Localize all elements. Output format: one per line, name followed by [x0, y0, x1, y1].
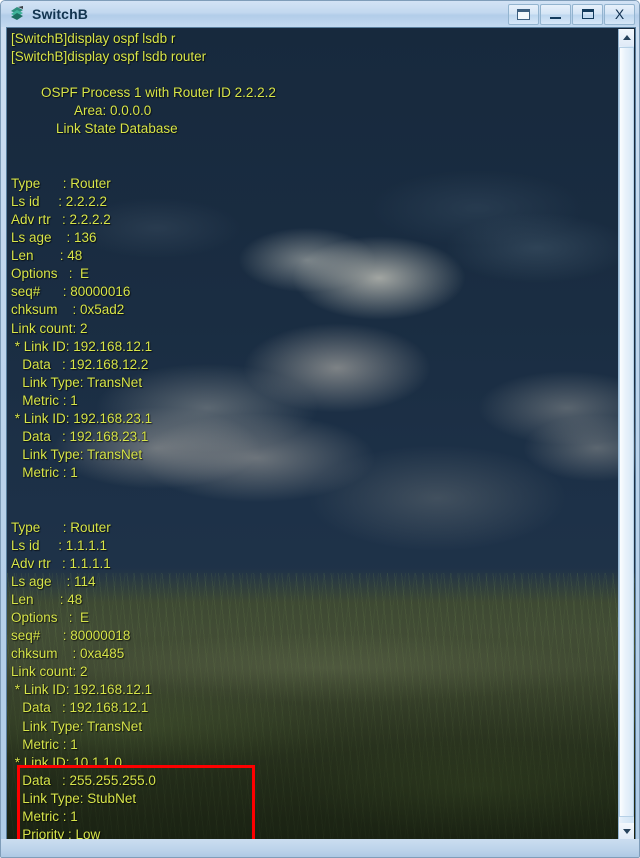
console-prompt-line: [SwitchB]display ospf lsdb router	[11, 49, 207, 65]
lsa-field-line: Options : E	[11, 610, 90, 625]
lsa-field-line: Ls age : 114	[11, 573, 96, 589]
minimize-button[interactable]	[540, 3, 571, 25]
lsa-field-line: chksum : 0xa485	[11, 646, 125, 662]
maximize-icon	[581, 9, 594, 19]
lsa-field-line: chksum : 0x5ad2	[11, 302, 125, 318]
window-titlebar[interactable]: SwitchB X	[1, 1, 639, 27]
restore-button[interactable]	[508, 3, 539, 25]
ospf-area-header: Area: 0.0.0.0	[11, 103, 152, 119]
window-controls: X	[507, 3, 635, 25]
scroll-down-button[interactable]	[619, 823, 634, 839]
console-output: [SwitchB]display ospf lsdb r [SwitchB]dis…	[7, 28, 619, 839]
lsa-link-line: Metric : 1	[11, 736, 78, 752]
terminal-app-icon	[8, 5, 26, 23]
lsa-link-line: Data : 192.168.12.2	[11, 356, 149, 372]
lsa-link-line: Link Type: TransNet	[11, 447, 143, 463]
lsa-field-line: seq# : 80000016	[11, 284, 131, 300]
lsa-field-line: Adv rtr : 1.1.1.1	[11, 555, 111, 571]
close-icon: X	[614, 6, 625, 22]
lsa-link-line: Link Type: StubNet	[11, 790, 137, 806]
ospf-lsdb-header: Link State Database	[11, 121, 178, 137]
scroll-thumb[interactable]	[619, 47, 634, 817]
lsa-field-line: Type : Router	[11, 519, 111, 535]
lsa-link-line: Data : 255.255.255.0	[11, 772, 156, 788]
lsa-field-line: Ls age : 136	[11, 230, 97, 246]
lsa-link-line: Metric : 1	[11, 809, 78, 825]
close-button[interactable]: X	[604, 3, 635, 25]
lsa-link-line: * Link ID: 192.168.12.1	[11, 338, 153, 354]
scroll-up-button[interactable]	[619, 29, 634, 46]
lsa-link-line: Link Type: TransNet	[11, 718, 143, 734]
lsa-field-line: Link count: 2	[11, 320, 88, 336]
lsa-field-line: Ls id : 1.1.1.1	[11, 537, 108, 553]
chevron-down-icon	[622, 829, 631, 834]
console-prompt-line: [SwitchB]display ospf lsdb r	[11, 31, 176, 46]
lsa-link-line: Metric : 1	[11, 465, 78, 481]
maximize-button[interactable]	[572, 3, 603, 25]
lsa-field-line: seq# : 80000018	[11, 628, 131, 644]
lsa-field-line: Ls id : 2.2.2.2	[11, 193, 108, 209]
minimize-icon	[550, 16, 561, 19]
window-title: SwitchB	[32, 6, 88, 22]
lsa-field-line: Type : Router	[11, 175, 111, 191]
lsa-link-line: Data : 192.168.23.1	[11, 429, 149, 445]
lsa-link-line: Link Type: TransNet	[11, 374, 143, 390]
lsa-field-line: Link count: 2	[11, 664, 88, 680]
terminal-client-area[interactable]: [SwitchB]display ospf lsdb r [SwitchB]dis…	[6, 27, 636, 840]
restore-icon	[517, 8, 530, 20]
lsa-field-line: Adv rtr : 2.2.2.2	[11, 211, 111, 227]
lsa-link-line: * Link ID: 192.168.12.1	[11, 682, 153, 698]
lsa-link-line: Priority : Low	[11, 827, 101, 840]
lsa-field-line: Len : 48	[11, 248, 83, 264]
vertical-scrollbar[interactable]	[618, 29, 634, 839]
lsa-field-line: Options : E	[11, 266, 90, 282]
terminal-window: SwitchB X [SwitchB]display ospf lsdb r [S…	[0, 0, 640, 858]
ospf-process-header: OSPF Process 1 with Router ID 2.2.2.2	[11, 85, 276, 101]
lsa-link-line: Data : 192.168.12.1	[11, 700, 149, 716]
window-bottom-edge	[1, 839, 639, 857]
lsa-link-line: Metric : 1	[11, 392, 78, 408]
lsa-link-line: * Link ID: 192.168.23.1	[11, 410, 153, 426]
lsa-link-line: * Link ID: 10.1.1.0	[11, 754, 123, 770]
lsa-field-line: Len : 48	[11, 591, 83, 607]
chevron-up-icon	[622, 35, 631, 40]
